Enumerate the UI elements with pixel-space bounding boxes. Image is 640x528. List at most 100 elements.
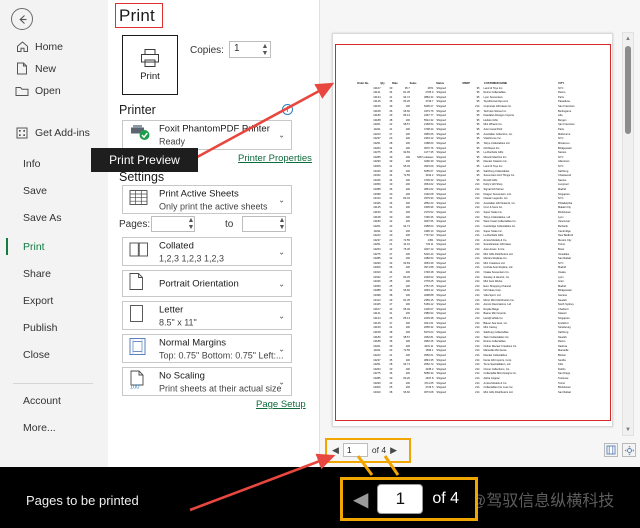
print-area-line2: Only print the active sheets xyxy=(159,201,268,211)
sidebar-item-label: Share xyxy=(23,267,52,280)
collation-line1: Collated xyxy=(159,240,194,251)
scaling-icon: 100 xyxy=(129,370,146,394)
preview-page[interactable]: Order No. Qty Rate Sales Status MSRP CUSTOMER … xyxy=(332,33,613,427)
chevron-down-icon[interactable]: ⌄ xyxy=(278,311,285,320)
sidebar-item-get-add-ins[interactable]: Get Add-ins xyxy=(0,122,108,143)
page-title: Print xyxy=(119,6,155,25)
scrollbar-thumb[interactable] xyxy=(625,46,631,134)
preview-scrollbar[interactable]: ▲ ▼ xyxy=(622,32,634,436)
scaling-line2: Print sheets at their actual size xyxy=(159,383,282,393)
chevron-down-icon[interactable]: ⌄ xyxy=(278,344,285,353)
triangle-left-icon: ◀ xyxy=(353,488,369,511)
print-preview-pane: Order No. Qty Rate Sales Status MSRP CUSTOMER … xyxy=(320,0,640,467)
print-button[interactable]: Print xyxy=(122,35,178,95)
preview-pager-bar: ◀ 1 of 4 ▶ xyxy=(320,438,640,463)
table-row: 10320 38 96.66 3673.08 Shipped 214 Mini Gifts … xyxy=(357,391,607,396)
scroll-down-icon[interactable]: ▼ xyxy=(623,424,633,435)
printer-select[interactable]: Foxit PhantomPDF Printer Ready ⌄ xyxy=(122,120,292,150)
table-cell: 38 xyxy=(389,390,393,394)
printer-properties-link[interactable]: Printer Properties xyxy=(238,153,312,164)
sidebar-item-save[interactable]: Save xyxy=(0,180,108,201)
triangle-right-icon[interactable]: ▶ xyxy=(390,445,397,456)
sidebar-item-export[interactable]: Export xyxy=(0,290,108,311)
folder-icon xyxy=(11,85,33,97)
table-cell: San Rafael xyxy=(558,390,571,394)
sidebar-item-publish[interactable]: Publish xyxy=(0,317,108,338)
sidebar-item-open[interactable]: Open xyxy=(0,80,108,101)
zoom-to-page-icon[interactable] xyxy=(622,443,636,457)
annotation-label: Pages to be printed xyxy=(26,493,139,508)
back-arrow-icon[interactable] xyxy=(11,8,33,30)
scroll-up-icon[interactable]: ▲ xyxy=(623,33,633,44)
sidebar-item-label: Save xyxy=(23,184,47,197)
pages-to-stepper[interactable]: ▲ ▼ xyxy=(277,216,287,232)
stepper-up-icon[interactable]: ▲ xyxy=(188,217,195,224)
print-area-select[interactable]: Print Active Sheets Only print the activ… xyxy=(122,185,292,214)
orientation-select[interactable]: Portrait Orientation ⌄ xyxy=(122,270,292,297)
sidebar-item-label: Get Add-ins xyxy=(35,126,90,139)
page-number-input[interactable]: 1 xyxy=(342,443,368,457)
stepper-up-icon[interactable]: ▲ xyxy=(262,43,269,50)
chevron-down-icon[interactable]: ⌄ xyxy=(278,377,285,386)
sidebar-item-share[interactable]: Share xyxy=(0,263,108,284)
table-cell: 214 xyxy=(475,390,480,394)
print-preview-tooltip: Print Preview xyxy=(91,148,198,172)
sidebar-item-label: Print xyxy=(23,240,45,253)
chevron-down-icon[interactable]: ⌄ xyxy=(278,247,285,256)
sidebar-item-label: Open xyxy=(35,84,61,97)
stepper-down-icon[interactable]: ▼ xyxy=(188,224,195,231)
orientation-line1: Portrait Orientation xyxy=(159,278,239,289)
sidebar-item-save-as[interactable]: Save As xyxy=(0,207,108,228)
chevron-down-icon[interactable]: ⌄ xyxy=(278,279,285,288)
chevron-down-icon[interactable]: ⌄ xyxy=(278,131,285,140)
margins-line2: Top: 0.75" Bottom: 0.75" Left:... xyxy=(159,350,284,360)
paper-icon xyxy=(129,304,144,327)
stepper-up-icon[interactable]: ▲ xyxy=(279,217,286,224)
paper-size-select[interactable]: Letter 8.5" x 11" ⌄ xyxy=(122,301,292,330)
print-button-label: Print xyxy=(140,71,160,82)
collation-select[interactable]: Collated 1,2,3 1,2,3 1,2,3 ⌄ xyxy=(122,237,292,266)
show-margins-icon[interactable] xyxy=(604,443,618,457)
watermark-text: @驾驭信息纵横科技 xyxy=(470,493,615,510)
sidebar-item-more[interactable]: More... xyxy=(0,417,108,438)
sidebar-item-home[interactable]: Home xyxy=(0,36,108,57)
chevron-down-icon[interactable]: ⌄ xyxy=(278,195,285,204)
triangle-left-icon[interactable]: ◀ xyxy=(332,445,339,456)
printer-heading: Printer xyxy=(119,103,156,117)
copies-stepper[interactable]: ▲ ▼ xyxy=(260,41,270,58)
paper-size-line2: 8.5" x 11" xyxy=(159,317,197,327)
home-icon xyxy=(11,40,33,53)
sidebar-item-label: New xyxy=(35,62,57,75)
svg-text:100: 100 xyxy=(130,384,139,389)
sidebar-item-new[interactable]: New xyxy=(0,58,108,79)
copies-label: Copies: xyxy=(190,45,224,56)
printer-status: Ready xyxy=(159,136,186,147)
print-settings-pane: Print Print Copies: 1 ▲ ▼ Printer i Foxi… xyxy=(108,0,320,467)
printer-status-icon xyxy=(129,124,151,147)
printer-name: Foxit PhantomPDF Printer xyxy=(159,123,270,135)
sidebar-item-label: Save As xyxy=(23,211,62,224)
collated-icon xyxy=(129,242,149,262)
sidebar-divider xyxy=(13,383,93,384)
stepper-down-icon[interactable]: ▼ xyxy=(279,224,286,231)
sidebar-item-label: Info xyxy=(23,157,41,170)
collation-line2: 1,2,3 1,2,3 1,2,3 xyxy=(159,253,225,263)
sidebar-item-label: Home xyxy=(35,40,64,53)
pages-from-stepper[interactable]: ▲ ▼ xyxy=(186,216,196,232)
preview-table: Order No. Qty Rate Sales Status MSRP CUSTOMER … xyxy=(357,82,607,395)
document-icon xyxy=(11,62,33,75)
stepper-down-icon[interactable]: ▼ xyxy=(262,50,269,57)
info-icon[interactable]: i xyxy=(282,104,293,115)
margins-select[interactable]: Normal Margins Top: 0.75" Bottom: 0.75" … xyxy=(122,334,292,363)
pages-to-label: to xyxy=(225,219,234,230)
table-cell: Shipped xyxy=(436,390,446,394)
page-setup-link[interactable]: Page Setup xyxy=(256,399,306,410)
sidebar-item-print[interactable]: Print xyxy=(0,236,108,257)
page-navigator: ◀ 1 of 4 ▶ xyxy=(332,443,397,457)
print-area-line1: Print Active Sheets xyxy=(159,188,239,199)
sidebar-item-account[interactable]: Account xyxy=(0,390,108,411)
copies-value: 1 xyxy=(234,43,240,54)
scaling-select[interactable]: 100 No Scaling Print sheets at their act… xyxy=(122,367,292,396)
sidebar-item-close[interactable]: Close xyxy=(0,344,108,365)
printer-icon xyxy=(141,49,159,67)
